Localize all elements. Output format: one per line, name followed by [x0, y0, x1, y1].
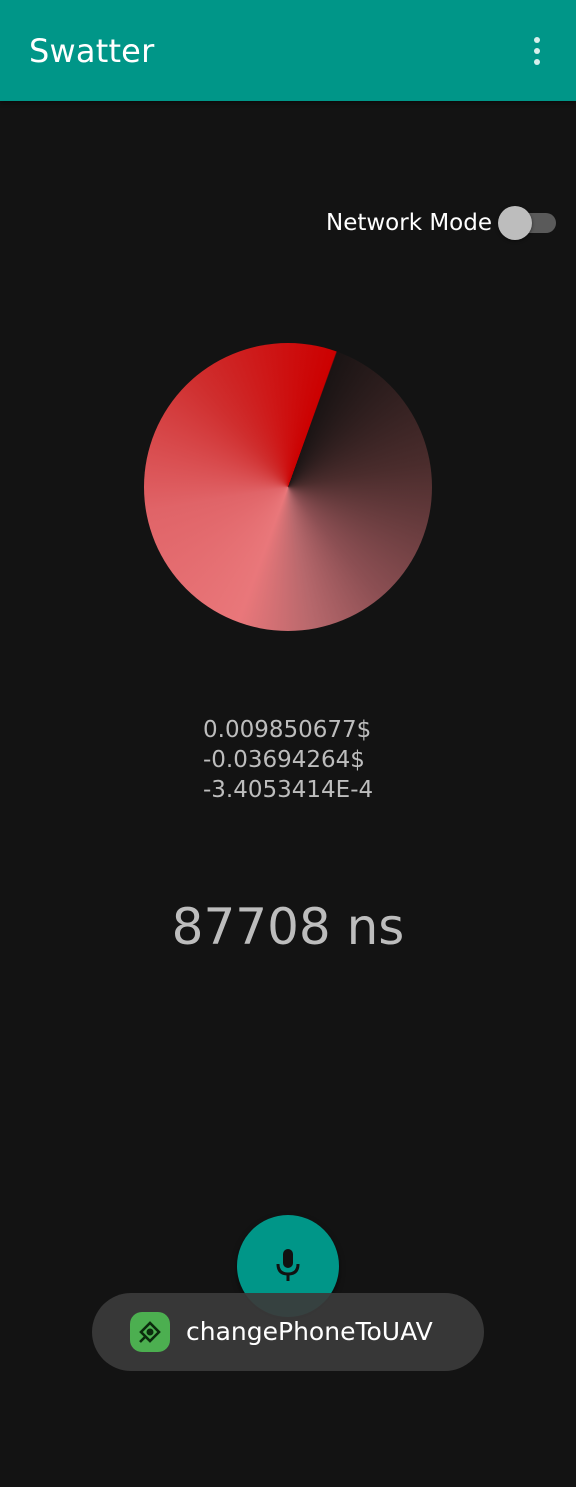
reading-value-2: -0.03694264$ [203, 747, 365, 773]
orientation-dial [144, 343, 432, 631]
menu-dot [534, 59, 540, 65]
network-mode-switch[interactable] [498, 206, 558, 240]
app-icon [130, 1312, 170, 1352]
readings-block: 0.009850677$ -0.03694264$ -3.4053414E-4 [0, 715, 576, 805]
app-bar: Swatter [0, 0, 576, 101]
toast-text: changePhoneToUAV [186, 1317, 433, 1346]
menu-dot [534, 48, 540, 54]
microphone-icon [276, 1249, 300, 1281]
reading-value-3: -3.4053414E-4 [203, 777, 374, 803]
timing-readout: 87708 ns [171, 898, 405, 956]
toast-message: changePhoneToUAV [92, 1293, 484, 1371]
menu-dot [534, 37, 540, 43]
reading-value-1: 0.009850677$ [203, 717, 372, 743]
network-mode-label: Network Mode [325, 210, 492, 236]
switch-thumb [498, 206, 532, 240]
app-title: Swatter [29, 32, 155, 70]
more-vert-icon[interactable] [520, 30, 554, 72]
